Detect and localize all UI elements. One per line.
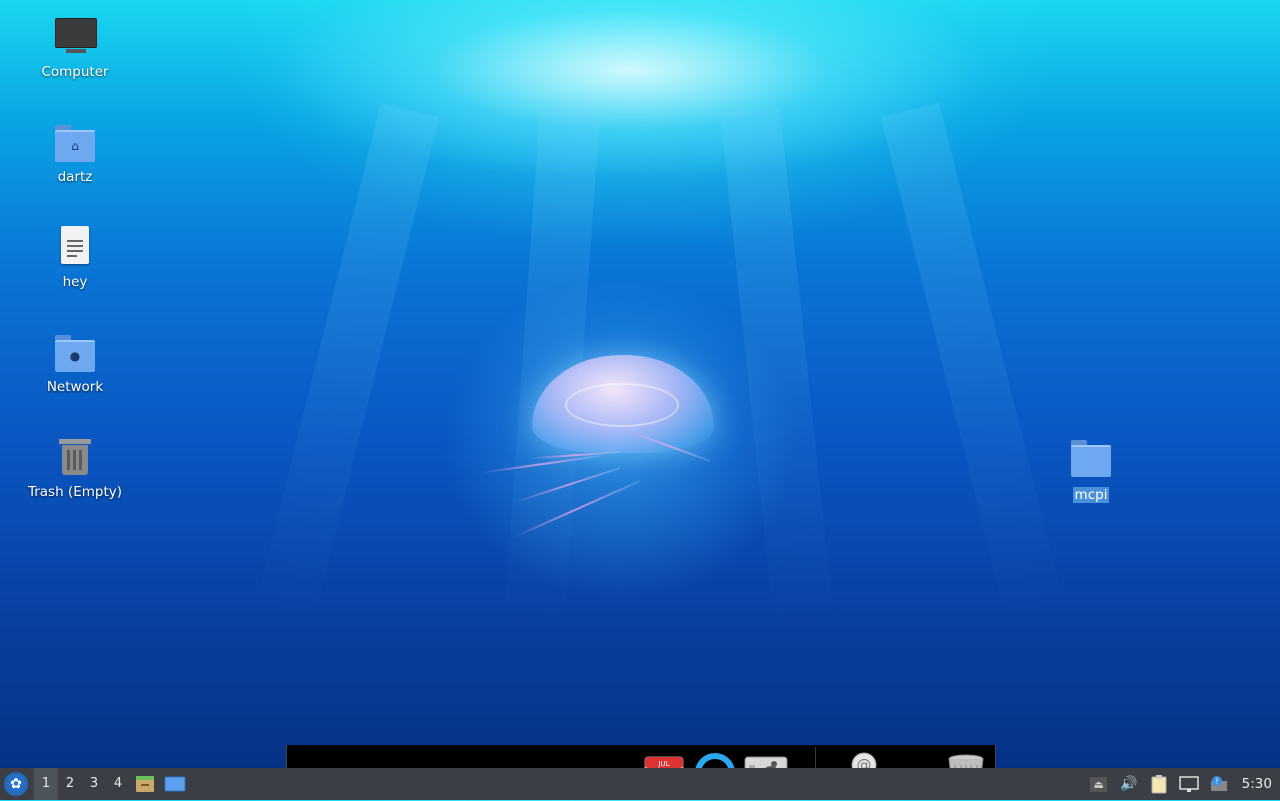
desktop-icon-label: Network	[46, 379, 104, 395]
file-manager-launcher[interactable]	[133, 772, 157, 796]
update-notification-icon: !	[1210, 776, 1227, 791]
volume-button[interactable]: 🔊	[1117, 772, 1141, 796]
workspace-2[interactable]: 2	[58, 768, 82, 800]
desktop-icon-trash[interactable]: Trash (Empty)	[20, 436, 130, 500]
workspace-4[interactable]: 4	[106, 768, 130, 800]
home-folder-icon: ⌂	[53, 121, 97, 165]
start-menu-button[interactable]: ✿	[4, 772, 28, 796]
folder-icon	[1069, 436, 1113, 480]
desktop-icon-label: Trash (Empty)	[27, 484, 123, 500]
desktop-icon-text-file[interactable]: hey	[20, 226, 130, 290]
desktop-icon-label: hey	[62, 274, 88, 290]
network-button[interactable]	[1177, 772, 1201, 796]
calendar-month: JUL	[657, 760, 669, 768]
desktop-icon-network[interactable]: ● Network	[20, 331, 130, 395]
desktop-icon-computer[interactable]: Computer	[20, 16, 130, 80]
file-manager-icon	[136, 776, 154, 792]
tray-eject-button[interactable]: ⏏	[1087, 772, 1111, 796]
desktop-icon	[164, 776, 186, 792]
clipboard-icon	[1151, 775, 1167, 794]
workspace-3[interactable]: 3	[82, 768, 106, 800]
light-ray	[720, 106, 835, 631]
bottom-panel: ✿ 1 2 3 4 ⏏ 🔊 ! 5:30	[0, 768, 1280, 800]
network-icon	[1178, 776, 1199, 792]
light-ray	[255, 102, 440, 622]
workspace-1[interactable]: 1	[34, 768, 58, 800]
clipboard-button[interactable]	[1147, 772, 1171, 796]
desktop-icon-label: Computer	[41, 64, 109, 80]
clock[interactable]: 5:30	[1242, 776, 1272, 792]
text-file-icon	[53, 226, 97, 270]
trash-icon	[53, 436, 97, 480]
updates-button[interactable]: !	[1207, 772, 1231, 796]
svg-text:!: !	[1215, 777, 1218, 786]
desktop-icon-label: mcpi	[1072, 487, 1110, 503]
desktop-icon-label: dartz	[57, 169, 93, 185]
desktop-icon-home-folder[interactable]: ⌂ dartz	[20, 121, 130, 185]
start-logo-icon: ✿	[10, 776, 22, 792]
wallpaper-jellyfish	[470, 355, 730, 555]
desktop-icon-mcpi-folder[interactable]: mcpi	[1036, 436, 1146, 503]
computer-icon	[53, 16, 97, 60]
show-desktop-button[interactable]	[163, 772, 187, 796]
volume-icon: 🔊	[1119, 776, 1138, 792]
eject-icon: ⏏	[1090, 776, 1107, 792]
network-folder-icon: ●	[53, 331, 97, 375]
light-ray	[880, 102, 1065, 622]
